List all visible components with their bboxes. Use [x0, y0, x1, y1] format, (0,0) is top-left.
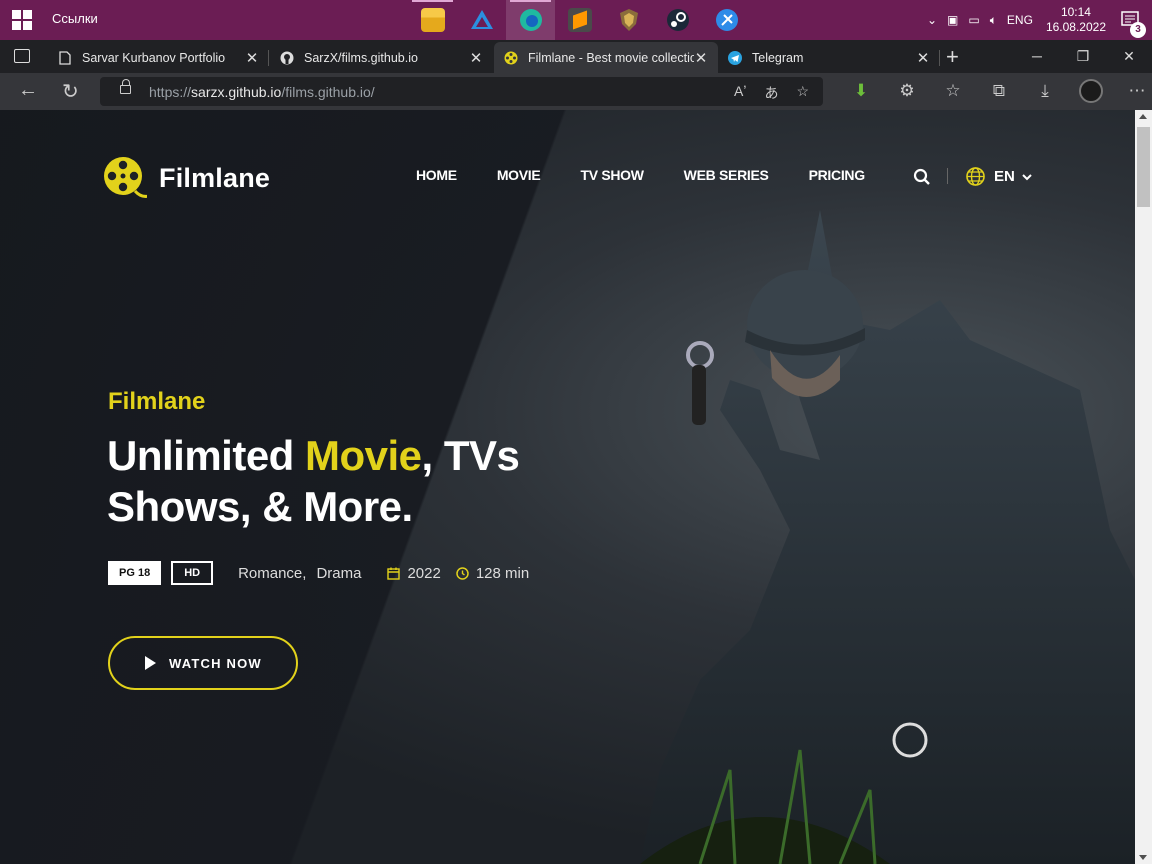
- minimize-icon[interactable]: ─: [1014, 40, 1060, 73]
- notification-center-icon[interactable]: 3: [1120, 10, 1146, 38]
- sublime-text-icon[interactable]: [555, 0, 604, 40]
- page-icon: [59, 50, 71, 65]
- browser-tools: ⬇ ⚙ ☆ ⧉ ⤓ ⋯: [838, 79, 1152, 103]
- read-aloud-icon[interactable]: Aʼ: [734, 83, 746, 103]
- globe-icon: [966, 167, 985, 186]
- nav-tv-show[interactable]: TV SHOW: [580, 167, 644, 183]
- add-favorite-icon[interactable]: ☆: [796, 83, 809, 103]
- tab-actions-icon[interactable]: [14, 49, 30, 63]
- scrollbar-thumb[interactable]: [1137, 127, 1150, 207]
- genre-link[interactable]: Drama: [316, 565, 361, 582]
- volume-icon[interactable]: 🔈︎: [990, 13, 997, 28]
- tab-filmlane[interactable]: Filmlane - Best movie collection ✕: [494, 42, 718, 73]
- tab-portfolio[interactable]: Sarvar Kurbanov Portfolio ✕: [48, 42, 269, 73]
- genre-list: Romance, Drama: [238, 565, 371, 582]
- close-tab-icon[interactable]: ✕: [469, 49, 483, 67]
- back-arrow-icon[interactable]: ←: [18, 79, 38, 102]
- window-controls: ─ ❐ ✕: [1014, 40, 1152, 73]
- film-reel-icon: [104, 157, 147, 198]
- nav-pricing[interactable]: PRICING: [809, 167, 866, 183]
- network-icon[interactable]: ▭: [968, 13, 979, 27]
- browser-tab-strip: Sarvar Kurbanov Portfolio ✕ SarzX/films.…: [0, 40, 1152, 73]
- scroll-up-icon[interactable]: [1139, 114, 1147, 119]
- blue-app-icon[interactable]: [702, 0, 751, 40]
- main-nav: HOME MOVIE TV SHOW WEB SERIES PRICING: [416, 167, 905, 183]
- language-selector[interactable]: EN: [966, 167, 1043, 186]
- rating-badge: PG 18: [108, 561, 162, 585]
- watch-now-label: WATCH NOW: [169, 655, 262, 671]
- profile-avatar[interactable]: [1079, 79, 1103, 103]
- browser-toolbar: ← ↻ https://sarzx.github.io/films.github…: [0, 73, 1152, 110]
- site-brand-name: Filmlane: [159, 162, 271, 193]
- system-tray: ⌄ ▣ ▭ 🔈︎ ENG 10:14 16.08.2022 3: [922, 0, 1152, 40]
- quality-badge: HD: [171, 561, 214, 585]
- tab-title: Filmlane - Best movie collection: [528, 50, 694, 65]
- search-icon[interactable]: [913, 168, 931, 186]
- windows-start-icon[interactable]: [12, 10, 32, 30]
- tab-telegram[interactable]: Telegram ✕: [718, 42, 940, 73]
- site-logo[interactable]: Filmlane: [103, 156, 270, 200]
- translate-icon[interactable]: あ: [764, 83, 778, 103]
- links-toolbar-label[interactable]: Ссылки: [52, 11, 98, 26]
- chevron-down-icon: [1022, 173, 1032, 180]
- tab-title: Telegram: [752, 50, 804, 65]
- nav-web-series[interactable]: WEB SERIES: [684, 167, 769, 183]
- clock-date: 16.08.2022: [1045, 20, 1106, 34]
- new-tab-icon[interactable]: +: [946, 44, 959, 70]
- downloads-icon[interactable]: ⤓: [1022, 79, 1068, 103]
- hero-headline: Unlimited Movie, TVs Shows, & More.: [107, 432, 520, 530]
- lock-icon[interactable]: [120, 79, 131, 94]
- tab-github-repo[interactable]: SarzX/films.github.io ✕: [270, 42, 493, 73]
- play-icon: [145, 656, 156, 670]
- more-menu-icon[interactable]: ⋯: [1114, 79, 1152, 103]
- duration: 128 min: [456, 565, 529, 582]
- address-bar[interactable]: https://sarzx.github.io/films.github.io/…: [100, 77, 823, 106]
- file-explorer-icon[interactable]: [408, 0, 457, 40]
- url-text[interactable]: https://sarzx.github.io/films.github.io/: [149, 84, 375, 100]
- close-tab-icon[interactable]: ✕: [916, 49, 930, 67]
- input-language[interactable]: ENG: [1007, 13, 1033, 27]
- movie-meta: PG 18 HD Romance, Drama 2022 128 min: [108, 561, 529, 585]
- clock-icon: [456, 566, 469, 580]
- genre-link[interactable]: Romance,: [238, 565, 306, 582]
- calendar-icon: [387, 567, 401, 580]
- triangle-app-icon[interactable]: [457, 0, 506, 40]
- close-tab-icon[interactable]: ✕: [245, 49, 259, 67]
- nav-movie[interactable]: MOVIE: [497, 167, 541, 183]
- steam-icon[interactable]: [653, 0, 702, 40]
- restore-icon[interactable]: ❐: [1060, 40, 1106, 73]
- nav-home[interactable]: HOME: [416, 167, 457, 183]
- telegram-icon: [728, 50, 742, 65]
- taskbar-apps: [408, 0, 751, 40]
- device-icon[interactable]: ▣: [947, 13, 958, 27]
- film-reel-icon: [504, 51, 518, 64]
- clock-time: 10:14: [1060, 5, 1091, 19]
- chevron-up-icon[interactable]: ⌄: [927, 13, 937, 27]
- language-label: EN: [994, 168, 1015, 185]
- shield-app-icon[interactable]: [604, 0, 653, 40]
- filmlane-page: Filmlane HOME MOVIE TV SHOW WEB SERIES P…: [0, 110, 1135, 864]
- tab-title: Sarvar Kurbanov Portfolio: [82, 50, 226, 65]
- collections-icon[interactable]: ⧉: [976, 79, 1022, 103]
- edge-browser-icon[interactable]: [506, 0, 555, 40]
- favorites-icon[interactable]: ☆: [930, 79, 976, 103]
- notification-count-badge: 3: [1130, 22, 1146, 38]
- github-icon: [280, 51, 294, 64]
- watch-now-button[interactable]: WATCH NOW: [108, 636, 298, 690]
- download-extension-icon[interactable]: ⬇: [838, 79, 884, 103]
- system-clock[interactable]: 10:14 16.08.2022: [1046, 5, 1106, 35]
- windows-taskbar: Ссылки ⌄ ▣ ▭ 🔈︎ ENG 10:14 16.08.2022 3: [0, 0, 1152, 40]
- hero-subtitle: Filmlane: [108, 388, 206, 415]
- extensions-icon[interactable]: ⚙: [884, 79, 930, 103]
- close-tab-icon[interactable]: ✕: [694, 49, 708, 67]
- scroll-down-icon[interactable]: [1139, 855, 1147, 860]
- page-scrollbar[interactable]: [1135, 110, 1152, 864]
- close-window-icon[interactable]: ✕: [1106, 40, 1152, 73]
- release-year: 2022: [387, 565, 441, 582]
- reload-icon[interactable]: ↻: [62, 79, 79, 104]
- tab-title: SarzX/films.github.io: [304, 50, 418, 65]
